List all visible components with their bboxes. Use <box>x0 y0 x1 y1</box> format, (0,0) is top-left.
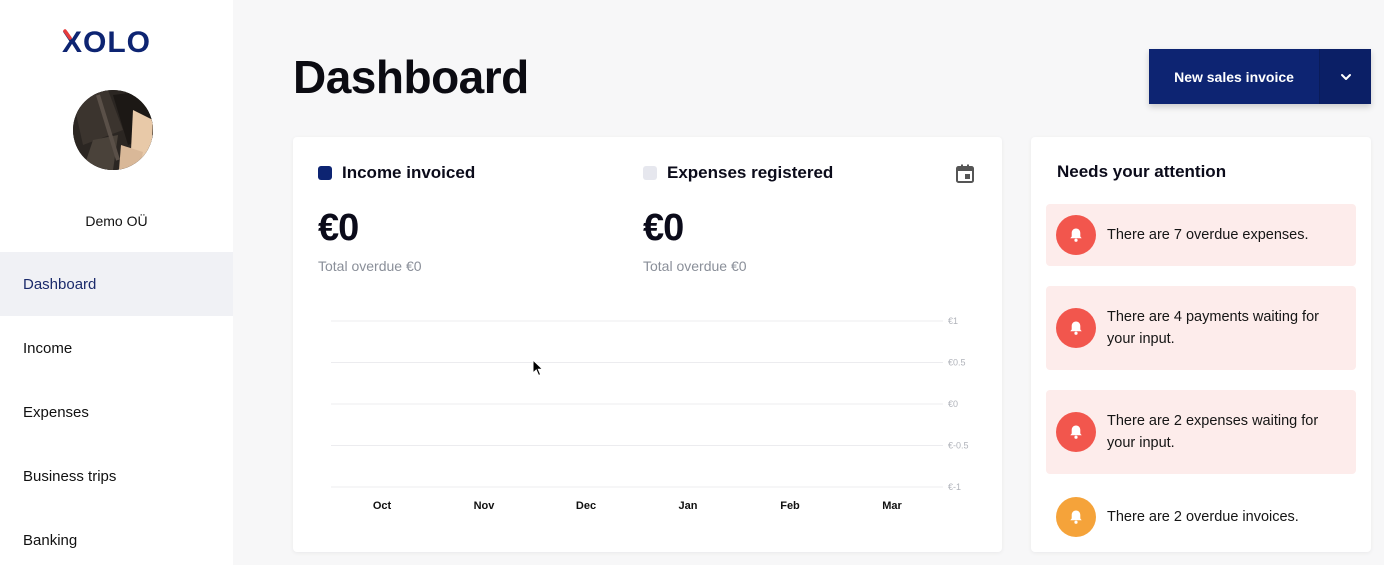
income-expenses-card: Income invoiced Expenses registered €0 €… <box>293 137 1002 552</box>
x-tick-label: Oct <box>373 500 392 512</box>
mouse-cursor-icon <box>532 359 544 377</box>
alert-text: There are 4 payments waiting for your in… <box>1107 309 1319 347</box>
sidebar-nav: Dashboard Income Expenses Business trips… <box>0 252 233 565</box>
attention-card: Needs your attention There are 7 overdue… <box>1031 137 1371 552</box>
alert-overdue-invoices[interactable]: There are 2 overdue invoices. <box>1046 494 1356 540</box>
attention-title: Needs your attention <box>1057 162 1227 181</box>
alert-overdue-expenses[interactable]: There are 7 overdue expenses. <box>1046 204 1356 266</box>
sidebar-item-banking[interactable]: Banking <box>0 508 233 565</box>
alert-text: There are 7 overdue expenses. <box>1107 227 1309 243</box>
bell-icon <box>1056 308 1096 348</box>
sidebar-item-business-trips[interactable]: Business trips <box>0 444 233 508</box>
sidebar-item-expenses[interactable]: Expenses <box>0 380 233 444</box>
company-avatar[interactable] <box>73 90 153 170</box>
y-tick-label: €0.5 <box>948 358 966 368</box>
new-invoice-button-group: New sales invoice <box>1149 49 1371 104</box>
x-tick-label: Jan <box>679 500 698 512</box>
bell-icon <box>1056 412 1096 452</box>
monthly-chart: €1 €0.5 €0 €-0.5 €-1 Oct Nov Dec Jan Feb Mar <box>331 316 969 512</box>
new-sales-invoice-button[interactable]: New sales invoice <box>1149 49 1319 104</box>
alert-payments-waiting[interactable]: There are 4 payments waiting for your in… <box>1046 286 1356 370</box>
x-tick-label: Mar <box>882 500 902 512</box>
bell-icon <box>1056 215 1096 255</box>
y-tick-label: €-1 <box>948 482 961 492</box>
bell-icon <box>1056 497 1096 537</box>
alert-expenses-waiting[interactable]: There are 2 expenses waiting for your in… <box>1046 390 1356 474</box>
y-tick-label: €-0.5 <box>948 441 969 451</box>
x-tick-label: Feb <box>780 500 800 512</box>
x-tick-label: Nov <box>474 500 496 512</box>
alert-text: There are 2 expenses waiting for your in… <box>1107 413 1319 451</box>
sidebar-item-income[interactable]: Income <box>0 316 233 380</box>
y-tick-label: €1 <box>948 316 958 326</box>
sidebar-item-dashboard[interactable]: Dashboard <box>0 252 233 316</box>
chevron-down-icon <box>1340 73 1351 80</box>
page-title: Dashboard <box>293 51 529 103</box>
y-tick-label: €0 <box>948 399 958 409</box>
sidebar: XOLO Demo OÜ Dashboard Income Expenses B… <box>0 0 233 565</box>
alert-text: There are 2 overdue invoices. <box>1107 509 1299 525</box>
new-invoice-dropdown-button[interactable] <box>1319 49 1371 104</box>
xolo-logo[interactable]: XOLO <box>62 28 162 56</box>
company-name[interactable]: Demo OÜ <box>0 213 233 229</box>
x-tick-label: Dec <box>576 500 596 512</box>
svg-text:XOLO: XOLO <box>62 28 151 56</box>
